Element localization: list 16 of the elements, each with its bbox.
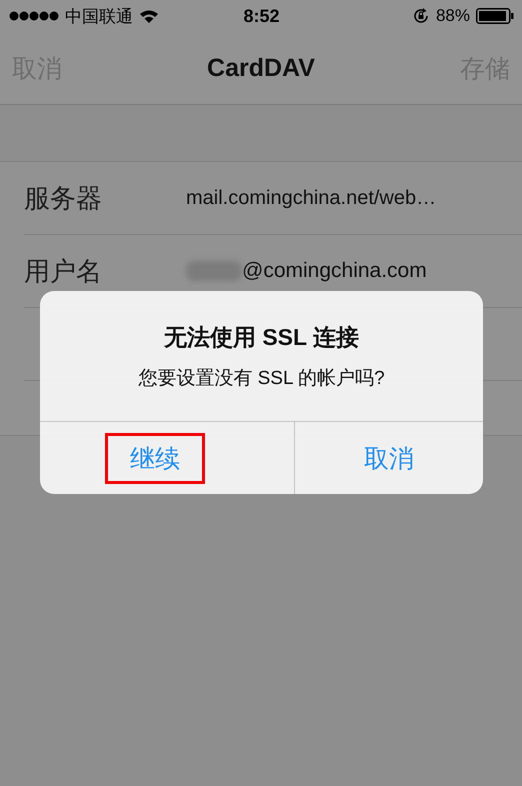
wifi-icon (139, 9, 159, 23)
rotation-lock-icon (412, 7, 430, 25)
signal-icon (9, 10, 59, 22)
field-label: 用户名 (24, 254, 103, 288)
field-value[interactable]: mail.comingchina.net/web… (186, 186, 436, 210)
alert-title: 无法使用 SSL 连接 (164, 322, 360, 352)
alert-button[interactable]: 取消 (338, 432, 439, 484)
nav-title: CardDAV (207, 54, 315, 82)
battery-icon (476, 8, 514, 24)
carrier-name: 中国联通 (65, 6, 133, 28)
alert-button[interactable]: 继续 (105, 432, 205, 484)
status-time: 8:52 (243, 6, 280, 26)
alert-message: 您要设置没有 SSL 的帐户吗? (138, 366, 385, 390)
battery-percent: 88% (436, 6, 470, 26)
field-label: 服务器 (24, 182, 103, 214)
field-value[interactable]: @comingchina.com (242, 259, 427, 283)
